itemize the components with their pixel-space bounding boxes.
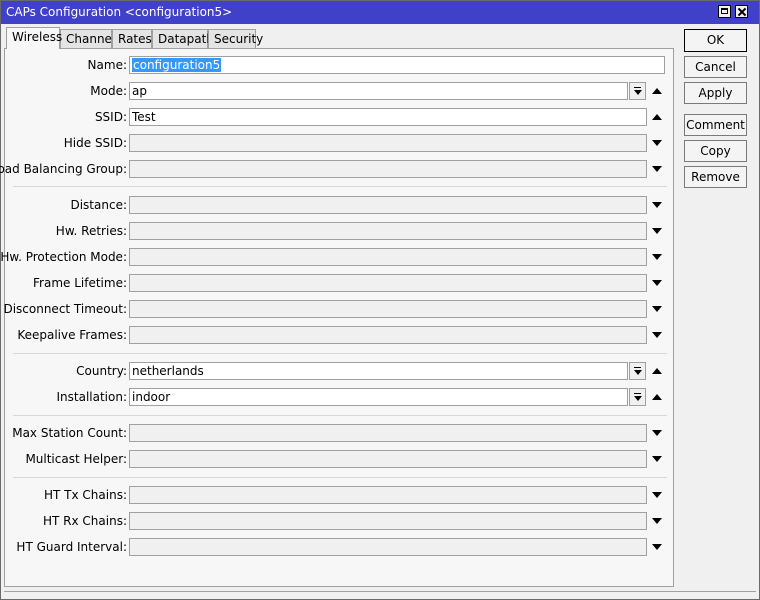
divider xyxy=(13,353,667,354)
installation-select[interactable]: indoor xyxy=(129,388,628,406)
comment-button[interactable]: Comment xyxy=(684,114,747,136)
disconnect-timeout-expand-icon[interactable] xyxy=(652,306,662,312)
multicast-helper-expand-icon[interactable] xyxy=(652,456,662,462)
hw-protection-mode-row: Hw. Protection Mode: xyxy=(0,248,673,266)
ssid-input[interactable]: Test xyxy=(129,108,647,126)
hw-protection-mode-expand-icon[interactable] xyxy=(652,254,662,260)
country-collapse-icon[interactable] xyxy=(652,368,662,374)
frame-lifetime-row: Frame Lifetime: xyxy=(5,274,673,292)
divider xyxy=(13,415,667,416)
ht-rx-chains-row: HT Rx Chains: xyxy=(5,512,673,530)
max-station-count-field[interactable] xyxy=(129,424,647,442)
installation-dropdown-icon[interactable] xyxy=(629,388,646,406)
mode-dropdown-icon[interactable] xyxy=(629,82,646,100)
installation-label: Installation: xyxy=(56,390,127,404)
max-station-count-row: Max Station Count: xyxy=(5,424,673,442)
load-balancing-group-expand-icon[interactable] xyxy=(652,166,662,172)
keepalive-frames-row: Keepalive Frames: xyxy=(5,326,673,344)
ssid-label: SSID: xyxy=(94,110,127,124)
hide-ssid-row: Hide SSID: xyxy=(5,134,673,152)
caps-configuration-window: CAPs Configuration <configuration5> Wire… xyxy=(0,0,760,600)
ht-guard-interval-row: HT Guard Interval: xyxy=(5,538,673,556)
frame-lifetime-expand-icon[interactable] xyxy=(652,280,662,286)
multicast-helper-field[interactable] xyxy=(129,450,647,468)
distance-field[interactable] xyxy=(129,196,647,214)
hw-retries-expand-icon[interactable] xyxy=(652,228,662,234)
load-balancing-group-label: Load Balancing Group: xyxy=(0,162,127,176)
keepalive-frames-expand-icon[interactable] xyxy=(652,332,662,338)
ok-button[interactable]: OK xyxy=(684,29,747,52)
divider xyxy=(13,186,667,187)
ht-rx-chains-expand-icon[interactable] xyxy=(652,518,662,524)
load-balancing-group-field[interactable] xyxy=(129,160,647,178)
tab-security[interactable]: Security xyxy=(208,29,263,48)
mode-label: Mode: xyxy=(90,84,127,98)
ht-tx-chains-expand-icon[interactable] xyxy=(652,492,662,498)
frame-lifetime-label: Frame Lifetime: xyxy=(33,276,127,290)
hw-retries-label: Hw. Retries: xyxy=(55,224,127,238)
ssid-collapse-icon[interactable] xyxy=(652,114,662,120)
distance-row: Distance: xyxy=(5,196,673,214)
wireless-tab-panel: Name: configuration5 Mode: ap SSID: Test… xyxy=(0,48,674,587)
max-station-count-expand-icon[interactable] xyxy=(652,430,662,436)
hide-ssid-field[interactable] xyxy=(129,134,647,152)
hw-protection-mode-label: Hw. Protection Mode: xyxy=(0,250,127,264)
ht-tx-chains-label: HT Tx Chains: xyxy=(44,488,127,502)
distance-label: Distance: xyxy=(70,198,127,212)
max-station-count-label: Max Station Count: xyxy=(12,426,127,440)
distance-expand-icon[interactable] xyxy=(652,202,662,208)
ssid-row: SSID: Test xyxy=(5,108,673,126)
country-select[interactable]: netherlands xyxy=(129,362,628,380)
apply-button[interactable]: Apply xyxy=(684,82,747,104)
hw-protection-mode-field[interactable] xyxy=(129,248,647,266)
multicast-helper-row: Multicast Helper: xyxy=(5,450,673,468)
copy-button[interactable]: Copy xyxy=(684,140,747,162)
ht-guard-interval-label: HT Guard Interval: xyxy=(16,540,127,554)
name-label: Name: xyxy=(87,58,127,72)
hide-ssid-expand-icon[interactable] xyxy=(652,140,662,146)
name-row: Name: configuration5 xyxy=(5,56,673,74)
ht-tx-chains-row: HT Tx Chains: xyxy=(5,486,673,504)
disconnect-timeout-row: Disconnect Timeout: xyxy=(3,300,673,318)
frame-lifetime-field[interactable] xyxy=(129,274,647,292)
hw-retries-row: Hw. Retries: xyxy=(5,222,673,240)
name-value: configuration5 xyxy=(132,58,222,72)
close-icon[interactable] xyxy=(735,5,748,18)
ht-rx-chains-label: HT Rx Chains: xyxy=(43,514,127,528)
remove-button[interactable]: Remove xyxy=(684,166,747,188)
hide-ssid-label: Hide SSID: xyxy=(63,136,127,150)
installation-collapse-icon[interactable] xyxy=(652,394,662,400)
ht-guard-interval-expand-icon[interactable] xyxy=(652,544,662,550)
cancel-button[interactable]: Cancel xyxy=(684,56,747,78)
status-bar xyxy=(4,591,756,597)
load-balancing-group-row: Load Balancing Group: xyxy=(0,160,673,178)
mode-select[interactable]: ap xyxy=(129,82,628,100)
tab-datapath[interactable]: Datapath xyxy=(152,29,214,48)
ht-tx-chains-field[interactable] xyxy=(129,486,647,504)
ht-rx-chains-field[interactable] xyxy=(129,512,647,530)
mode-collapse-icon[interactable] xyxy=(652,88,662,94)
name-input[interactable]: configuration5 xyxy=(129,56,665,74)
ht-guard-interval-field[interactable] xyxy=(129,538,647,556)
tab-channel[interactable]: Channel xyxy=(60,29,115,48)
multicast-helper-label: Multicast Helper: xyxy=(25,452,127,466)
hw-retries-field[interactable] xyxy=(129,222,647,240)
keepalive-frames-field[interactable] xyxy=(129,326,647,344)
tab-rates[interactable]: Rates xyxy=(112,29,152,48)
keepalive-frames-label: Keepalive Frames: xyxy=(17,328,127,342)
disconnect-timeout-label: Disconnect Timeout: xyxy=(3,302,127,316)
country-row: Country: netherlands xyxy=(5,362,673,380)
country-label: Country: xyxy=(76,364,127,378)
disconnect-timeout-field[interactable] xyxy=(129,300,647,318)
maximize-icon[interactable] xyxy=(718,5,731,18)
tab-wireless[interactable]: Wireless xyxy=(6,27,62,49)
country-dropdown-icon[interactable] xyxy=(629,362,646,380)
installation-row: Installation: indoor xyxy=(5,388,673,406)
title-bar[interactable]: CAPs Configuration <configuration5> xyxy=(1,1,759,24)
mode-row: Mode: ap xyxy=(5,82,673,100)
window-title: CAPs Configuration <configuration5> xyxy=(6,5,233,19)
divider xyxy=(13,477,667,478)
